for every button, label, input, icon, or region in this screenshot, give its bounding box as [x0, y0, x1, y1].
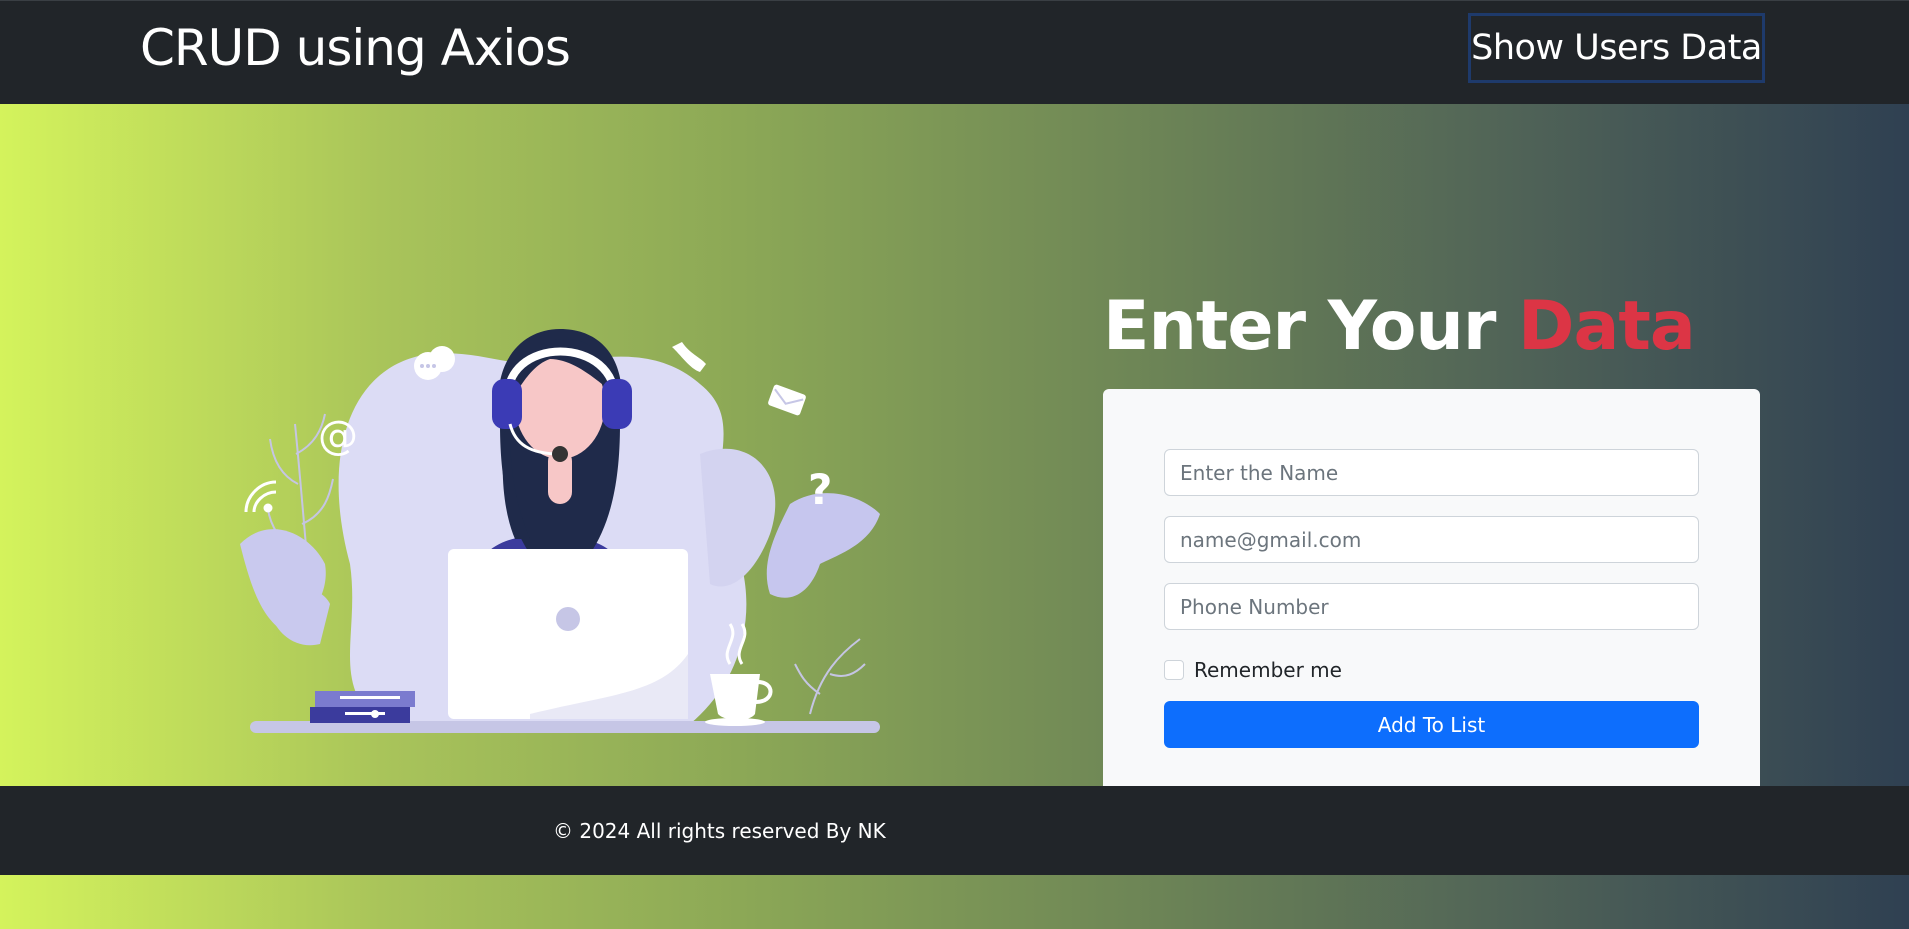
support-agent-illustration: @ ? [240, 329, 880, 733]
navbar: CRUD using Axios Show Users Data [0, 0, 1909, 104]
show-users-button[interactable]: Show Users Data [1468, 13, 1765, 83]
remember-checkbox[interactable] [1164, 660, 1184, 680]
phone-input[interactable] [1164, 583, 1699, 630]
books-icon [310, 691, 415, 723]
footer: © 2024 All rights reserved By NK [0, 786, 1909, 875]
brand-title[interactable]: CRUD using Axios [140, 19, 571, 77]
data-entry-form: Remember me Add To List [1103, 389, 1760, 808]
form-heading: Enter Your Data [1103, 287, 1696, 366]
remember-label[interactable]: Remember me [1194, 658, 1342, 682]
hero-section: @ ? Enter Your Data Remember me Add To L… [0, 104, 1909, 808]
phone-icon [672, 342, 706, 372]
heading-prefix: Enter Your [1103, 287, 1519, 366]
plant-right-icon [794, 638, 866, 715]
add-to-list-button[interactable]: Add To List [1164, 701, 1699, 748]
heading-accent: Data [1518, 287, 1696, 366]
envelope-icon [768, 384, 806, 416]
headset-icon [492, 379, 522, 429]
remember-row: Remember me [1164, 655, 1342, 685]
name-input[interactable] [1164, 449, 1699, 496]
email-input[interactable] [1164, 516, 1699, 563]
question-mark-icon: ? [808, 465, 832, 514]
at-sign-icon: @ [318, 413, 358, 459]
footer-copyright: © 2024 All rights reserved By NK [553, 819, 886, 843]
wifi-icon [244, 480, 277, 513]
